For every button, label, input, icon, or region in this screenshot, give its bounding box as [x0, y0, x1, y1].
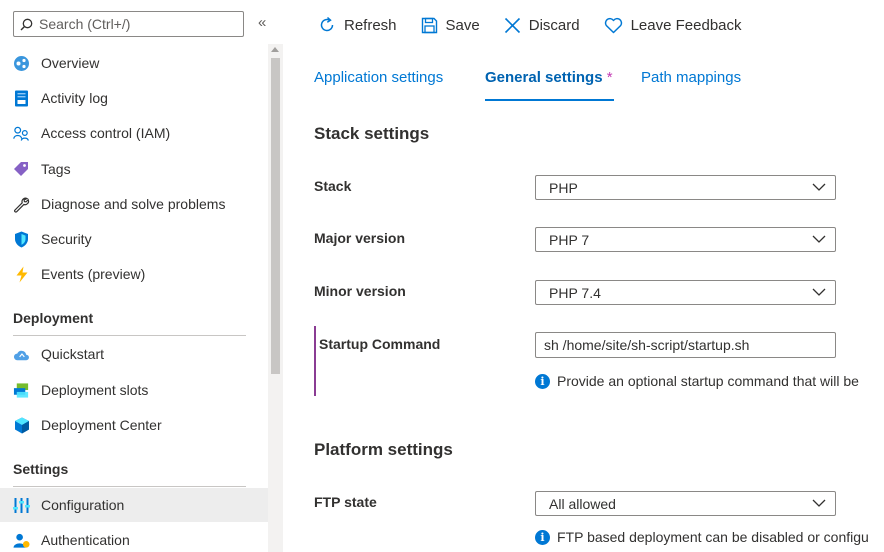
sidebar-item-label: Deployment Center [41, 417, 162, 433]
discard-button[interactable]: Discard [504, 17, 580, 34]
ftp-state-label: FTP state [314, 494, 377, 510]
sidebar: « Overview Activity log Access control (… [0, 0, 268, 552]
sidebar-item-diagnose[interactable]: Diagnose and solve problems [0, 187, 268, 221]
collapse-sidebar-button[interactable]: « [258, 14, 266, 31]
command-bar: Refresh Save Discard Leave Feedback [300, 0, 748, 50]
scrollbar-thumb[interactable] [271, 58, 280, 374]
leave-feedback-label: Leave Feedback [630, 16, 742, 34]
section-heading-settings: Settings [13, 461, 69, 477]
chevron-down-icon [812, 235, 826, 243]
stack-value: PHP [549, 179, 578, 196]
major-version-label: Major version [314, 230, 406, 246]
sidebar-item-security[interactable]: Security [0, 222, 268, 256]
save-icon [421, 17, 437, 33]
discard-label: Discard [528, 16, 580, 34]
search-input[interactable] [39, 16, 229, 32]
sidebar-item-label: Activity log [41, 90, 108, 106]
shield-icon [13, 231, 30, 248]
lightning-icon [13, 266, 30, 283]
sidebar-item-deployment-center[interactable]: Deployment Center [0, 408, 268, 442]
tag-icon [13, 161, 30, 178]
heart-icon [604, 17, 622, 33]
scroll-up-arrow-icon[interactable] [271, 47, 279, 52]
sidebar-item-overview[interactable]: Overview [0, 46, 268, 80]
chevron-down-icon [812, 183, 826, 191]
stack-dropdown[interactable]: PHP [535, 175, 836, 200]
deployment-slots-icon [13, 382, 30, 399]
tab-path-mappings[interactable]: Path mappings [641, 69, 741, 86]
sidebar-item-deployment-slots[interactable]: Deployment slots [0, 373, 268, 407]
ftp-state-dropdown[interactable]: All allowed [535, 491, 836, 516]
sidebar-item-label: Security [41, 231, 92, 247]
save-label: Save [445, 16, 480, 34]
section-heading-deployment: Deployment [13, 310, 94, 326]
wrench-icon [13, 196, 30, 213]
sidebar-item-authentication[interactable]: Authentication [0, 523, 268, 552]
sidebar-item-access-control[interactable]: Access control (IAM) [0, 116, 268, 150]
chevron-down-icon [812, 288, 826, 296]
ftp-state-value: All allowed [549, 495, 616, 512]
minor-version-dropdown[interactable]: PHP 7.4 [535, 280, 836, 305]
search-icon [20, 18, 33, 30]
sidebar-item-label: Overview [41, 55, 100, 71]
sidebar-item-label: Configuration [41, 497, 125, 513]
leave-feedback-button[interactable]: Leave Feedback [604, 17, 742, 34]
tab-general-settings[interactable]: General settings * [485, 69, 613, 86]
sidebar-item-label: Deployment slots [41, 382, 149, 398]
close-icon [504, 17, 520, 33]
ftp-state-info: i FTP based deployment can be disabled o… [535, 529, 869, 545]
section-divider [13, 486, 246, 487]
ftp-state-info-text: FTP based deployment can be disabled or … [557, 529, 869, 545]
startup-command-info: i Provide an optional startup command th… [535, 373, 859, 389]
sidebar-item-label: Events (preview) [41, 266, 146, 282]
major-version-dropdown[interactable]: PHP 7 [535, 227, 836, 252]
active-tab-indicator [485, 99, 614, 101]
refresh-icon [320, 16, 334, 32]
platform-settings-heading: Platform settings [314, 440, 453, 459]
sidebar-item-label: Diagnose and solve problems [41, 196, 226, 212]
sidebar-item-tags[interactable]: Tags [0, 152, 268, 186]
startup-command-input[interactable] [535, 332, 836, 358]
section-divider [13, 335, 246, 336]
refresh-button[interactable]: Refresh [318, 16, 397, 34]
sidebar-item-activity-log[interactable]: Activity log [0, 81, 268, 115]
sidebar-item-label: Authentication [41, 532, 130, 548]
configuration-icon [13, 497, 30, 514]
sidebar-item-label: Tags [41, 161, 71, 177]
access-control-icon [13, 125, 30, 142]
sidebar-item-events[interactable]: Events (preview) [0, 257, 268, 291]
save-button[interactable]: Save [421, 17, 480, 34]
search-box[interactable] [13, 11, 244, 37]
overview-icon [13, 55, 30, 72]
startup-command-info-text: Provide an optional startup command that… [557, 373, 859, 389]
sidebar-scrollbar[interactable] [268, 44, 283, 552]
sidebar-item-configuration[interactable]: Configuration [0, 488, 268, 522]
modified-marker: * [606, 69, 613, 86]
cube-icon [13, 417, 30, 434]
activity-log-icon [13, 90, 30, 107]
minor-version-value: PHP 7.4 [549, 284, 601, 301]
info-icon: i [535, 373, 550, 389]
major-version-value: PHP 7 [549, 231, 590, 248]
stack-settings-heading: Stack settings [314, 124, 430, 143]
chevron-down-icon [812, 499, 826, 507]
tab-label: General settings [485, 69, 603, 86]
sidebar-item-quickstart[interactable]: Quickstart [0, 337, 268, 371]
minor-version-label: Minor version [314, 283, 406, 299]
sidebar-item-label: Quickstart [41, 346, 105, 362]
startup-command-label: Startup Command [319, 336, 441, 352]
refresh-label: Refresh [344, 16, 397, 34]
info-icon: i [535, 529, 550, 545]
modified-field-indicator [314, 326, 316, 396]
stack-label: Stack [314, 178, 352, 194]
cloud-icon [13, 346, 30, 363]
user-icon [13, 532, 30, 549]
sidebar-item-label: Access control (IAM) [41, 125, 171, 141]
tab-application-settings[interactable]: Application settings [314, 69, 443, 86]
